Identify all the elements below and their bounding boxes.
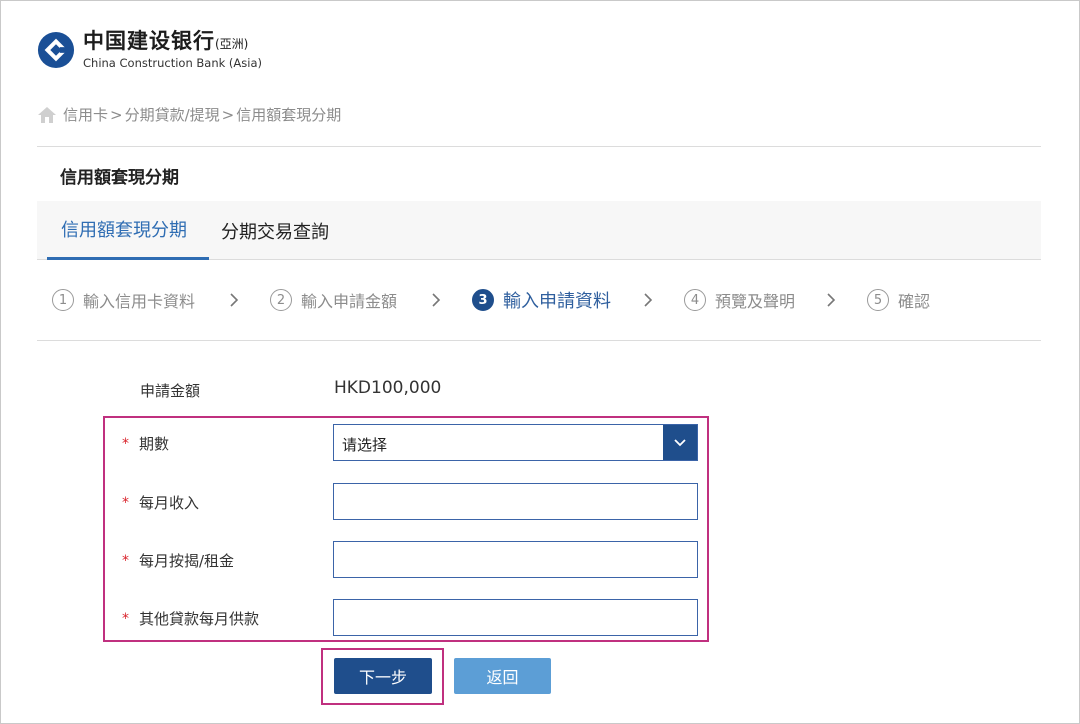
monthly-income-input[interactable] bbox=[333, 483, 698, 520]
tab-installment-query[interactable]: 分期交易查詢 bbox=[221, 201, 329, 260]
tab-cash-installment[interactable]: 信用額套現分期 bbox=[47, 201, 209, 260]
ccb-logo-icon bbox=[37, 31, 75, 69]
step-label: 預覽及聲明 bbox=[715, 292, 796, 311]
mortgage-rent-label: * 每月按揭/租金 bbox=[122, 550, 234, 571]
other-loans-label-text: 其他貸款每月供款 bbox=[139, 610, 260, 628]
section-title: 信用額套現分期 bbox=[60, 168, 179, 188]
breadcrumb-separator: > bbox=[221, 105, 235, 124]
step-number: 5 bbox=[867, 289, 890, 311]
amount-value: HKD100,000 bbox=[334, 378, 442, 398]
breadcrumb-separator: > bbox=[110, 105, 123, 124]
installments-selected-value: 请选择 bbox=[342, 436, 388, 454]
monthly-income-label: * 每月收入 bbox=[122, 492, 199, 513]
breadcrumb-item-current: 信用額套現分期 bbox=[236, 106, 342, 124]
required-mark: * bbox=[122, 552, 129, 569]
bank-logo[interactable]: 中国建设银行(亞洲) China Construction Bank (Asia… bbox=[37, 30, 262, 70]
logo-english-name: China Construction Bank (Asia) bbox=[83, 56, 262, 70]
breadcrumb-item-installment[interactable]: 分期貸款/提現 bbox=[125, 104, 220, 125]
home-icon[interactable] bbox=[37, 106, 57, 124]
step-5: 5 確認 bbox=[867, 288, 930, 312]
chevron-right-icon bbox=[432, 293, 441, 307]
step-label: 輸入信用卡資料 bbox=[83, 292, 196, 311]
other-loans-input[interactable] bbox=[333, 599, 698, 636]
installments-select[interactable]: 请选择 bbox=[333, 424, 698, 461]
step-3: 3 輸入申請資料 bbox=[472, 287, 611, 313]
divider bbox=[37, 340, 1041, 341]
mortgage-rent-input[interactable] bbox=[333, 541, 698, 578]
step-number: 2 bbox=[270, 289, 293, 311]
step-number: 1 bbox=[52, 289, 74, 311]
amount-label: 申請金額 bbox=[140, 382, 201, 400]
tab-bar: 信用額套現分期 分期交易查詢 bbox=[37, 201, 1041, 260]
other-loans-label: * 其他貸款每月供款 bbox=[122, 608, 259, 629]
chevron-right-icon bbox=[644, 293, 653, 307]
required-mark: * bbox=[122, 610, 129, 627]
divider bbox=[37, 146, 1041, 147]
back-button[interactable]: 返回 bbox=[454, 658, 551, 694]
step-number: 3 bbox=[472, 289, 495, 311]
step-1: 1 輸入信用卡資料 bbox=[52, 288, 195, 312]
dropdown-toggle[interactable] bbox=[663, 425, 697, 460]
logo-chinese-sub: (亞洲) bbox=[215, 37, 249, 51]
monthly-income-label-text: 每月收入 bbox=[139, 494, 200, 512]
required-mark: * bbox=[122, 494, 129, 511]
next-step-button[interactable]: 下一步 bbox=[334, 658, 432, 694]
progress-steps: 1 輸入信用卡資料 2 輸入申請金額 3 輸入申請資料 4 預覽及聲明 5 確認 bbox=[52, 286, 930, 314]
step-4: 4 預覽及聲明 bbox=[684, 288, 795, 312]
installments-label: * 期數 bbox=[122, 433, 169, 454]
breadcrumb-item-credit-card[interactable]: 信用卡 bbox=[63, 104, 108, 125]
step-label: 確認 bbox=[898, 292, 931, 311]
chevron-right-icon bbox=[827, 293, 836, 307]
step-number: 4 bbox=[684, 289, 707, 311]
step-label: 輸入申請金額 bbox=[301, 292, 398, 311]
logo-chinese-name: 中国建设银行 bbox=[83, 29, 215, 53]
step-2: 2 輸入申請金額 bbox=[270, 288, 397, 312]
chevron-down-icon bbox=[674, 438, 686, 446]
required-mark: * bbox=[122, 435, 129, 452]
mortgage-rent-label-text: 每月按揭/租金 bbox=[139, 552, 235, 570]
step-label: 輸入申請資料 bbox=[503, 291, 612, 312]
breadcrumb: 信用卡 > 分期貸款/提現 > 信用額套現分期 bbox=[37, 104, 341, 125]
chevron-right-icon bbox=[230, 293, 239, 307]
installments-label-text: 期數 bbox=[139, 435, 170, 453]
